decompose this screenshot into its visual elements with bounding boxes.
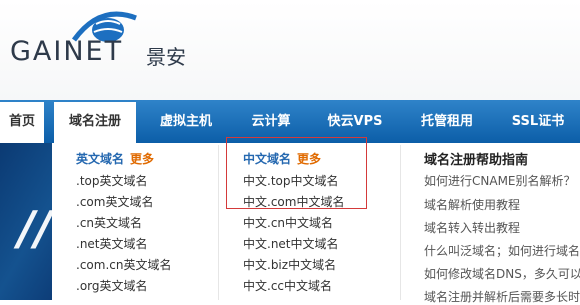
banner-image: // <box>0 143 52 300</box>
english-domain-item[interactable]: .net英文域名 <box>76 235 148 252</box>
english-domain-item[interactable]: .top英文域名 <box>76 172 147 189</box>
help-link[interactable]: 域名注册并解析后需要多长时 <box>424 288 580 305</box>
help-link[interactable]: 域名解析使用教程 <box>424 196 520 213</box>
column-divider <box>400 145 401 300</box>
nav-domain-registration[interactable]: 域名注册 <box>54 102 136 143</box>
english-domain-item[interactable]: .com.cn英文域名 <box>76 256 171 273</box>
nav-colocation[interactable]: 托管租用 <box>408 100 486 143</box>
help-link[interactable]: 域名转入转出教程 <box>424 219 520 236</box>
chinese-domain-item[interactable]: 中文.biz中文域名 <box>243 256 336 273</box>
english-domain-item[interactable]: .cn英文域名 <box>76 214 142 231</box>
chinese-domain-item[interactable]: 中文.net中文域名 <box>243 235 339 252</box>
nav-ssl-certificate[interactable]: SSL证书 <box>500 100 576 143</box>
english-domain-item[interactable]: .org英文域名 <box>76 277 148 294</box>
english-domain-item[interactable]: .com英文域名 <box>76 193 153 210</box>
english-domain-title[interactable]: 英文域名 <box>76 152 124 166</box>
english-domain-more-link[interactable]: 更多 <box>130 152 154 166</box>
help-link[interactable]: 如何进行CNAME别名解析？ <box>424 172 576 189</box>
help-link[interactable]: 什么叫泛域名；如何进行域名 <box>424 242 580 259</box>
nav-virtual-hosting[interactable]: 虚拟主机 <box>148 100 224 143</box>
help-link[interactable]: 如何修改域名DNS，多久可以 <box>424 265 580 282</box>
help-guide-title: 域名注册帮助指南 <box>424 153 529 168</box>
logo-cn-text: 景安 <box>146 45 186 69</box>
highlight-annotation-box <box>226 137 367 209</box>
english-domain-heading: 英文域名 更多 <box>76 150 154 167</box>
logo-text: GAINET <box>10 36 124 67</box>
site-header: GAINET 景安 <box>0 0 580 100</box>
banner-decoration: // <box>18 201 52 255</box>
chinese-domain-item[interactable]: 中文.cn中文域名 <box>243 214 333 231</box>
gainet-logo[interactable]: GAINET 景安 <box>8 10 198 70</box>
chinese-domain-item[interactable]: 中文.cc中文域名 <box>243 277 332 294</box>
column-divider <box>218 145 219 300</box>
nav-home[interactable]: 首页 <box>0 102 44 143</box>
